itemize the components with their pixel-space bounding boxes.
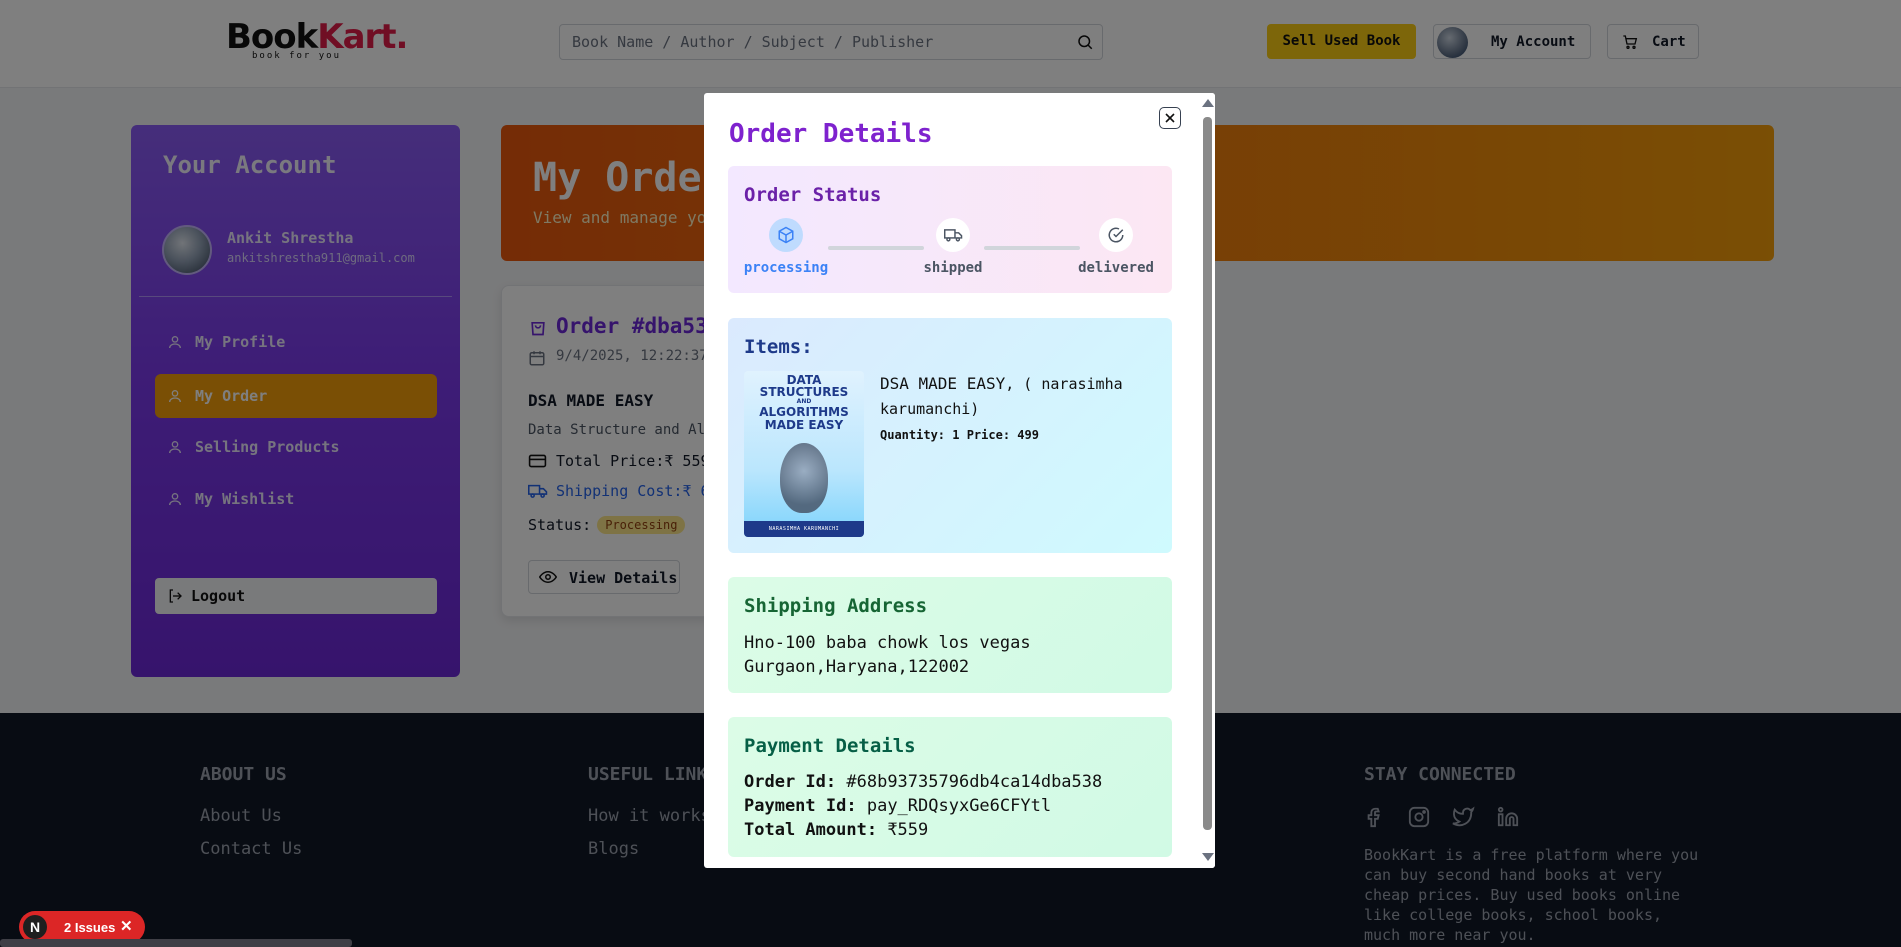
close-icon[interactable]: ✕ [120,917,133,935]
total-amount-value: ₹559 [887,820,929,840]
total-amount-row: Total Amount: ₹559 [744,820,928,840]
modal-scrollbar[interactable] [1199,93,1215,868]
modal-title: Order Details [729,119,933,149]
cover-author: NARASIMHA KARUMANCHI [768,526,840,532]
address-line: Hno-100 baba chowk los vegas [744,633,1031,653]
payment-id-value: pay_RDQsyxGe6CFYtl [866,796,1052,816]
order-id-value: #68b93735796db4ca14dba538 [846,772,1103,792]
step-processing: processing [741,218,831,276]
order-details-modal: Order Details Order Status processing sh… [704,93,1215,868]
order-status-section: Order Status processing shipped delivere… [728,166,1172,293]
address-line: Gurgaon,Haryana,122002 [744,657,970,677]
shipping-address: Hno-100 baba chowk los vegas Gurgaon,Har… [744,631,1031,679]
truck-icon [936,218,970,252]
step-label: processing [743,260,829,276]
item-qty-price: Quantity: 1 Price: 499 [880,428,1039,442]
bottom-scrollbar[interactable] [0,939,352,947]
payment-details-heading: Payment Details [744,735,916,757]
payment-id-row: Payment Id: pay_RDQsyxGe6CFYtl [744,796,1051,816]
items-heading: Items: [744,336,813,358]
scroll-thumb[interactable] [1203,117,1212,830]
scroll-up-arrow[interactable] [1202,99,1214,107]
order-id-row: Order Id: #68b93735796db4ca14dba538 [744,772,1102,792]
item-title: DSA MADE EASY [880,374,1006,393]
check-circle-icon [1099,218,1133,252]
book-cover-image: DATA STRUCTURES AND ALGORITHMS MADE EASY… [744,371,864,537]
step-label: delivered [1078,260,1154,276]
cover-title-line: AND [796,398,812,405]
shipping-address-section: Shipping Address Hno-100 baba chowk los … [728,577,1172,693]
close-button[interactable] [1159,107,1181,129]
payment-details-section: Payment Details Order Id: #68b93735796db… [728,717,1172,857]
scroll-down-arrow[interactable] [1202,853,1214,861]
items-section: Items: DATA STRUCTURES AND ALGORITHMS MA… [728,318,1172,553]
step-label: shipped [923,260,983,276]
item-name: DSA MADE EASY, ( narasimha karumanchi) [880,371,1160,422]
close-icon [1165,113,1175,123]
shipping-address-heading: Shipping Address [744,595,928,617]
box-icon [769,218,803,252]
cover-title-line: STRUCTURES [759,385,849,399]
lion-illustration [780,443,828,513]
order-status-heading: Order Status [744,184,882,206]
nextjs-logo-icon: N [23,915,47,939]
total-amount-label: Total Amount: [744,820,878,840]
step-connector [984,246,1080,250]
step-delivered: delivered [1071,218,1161,276]
cover-title-line: ALGORITHMS [759,405,849,419]
issues-count: 2 Issues [64,920,116,935]
cover-title-line: MADE EASY [764,418,844,432]
payment-id-label: Payment Id: [744,796,857,816]
order-id-label: Order Id: [744,772,837,792]
